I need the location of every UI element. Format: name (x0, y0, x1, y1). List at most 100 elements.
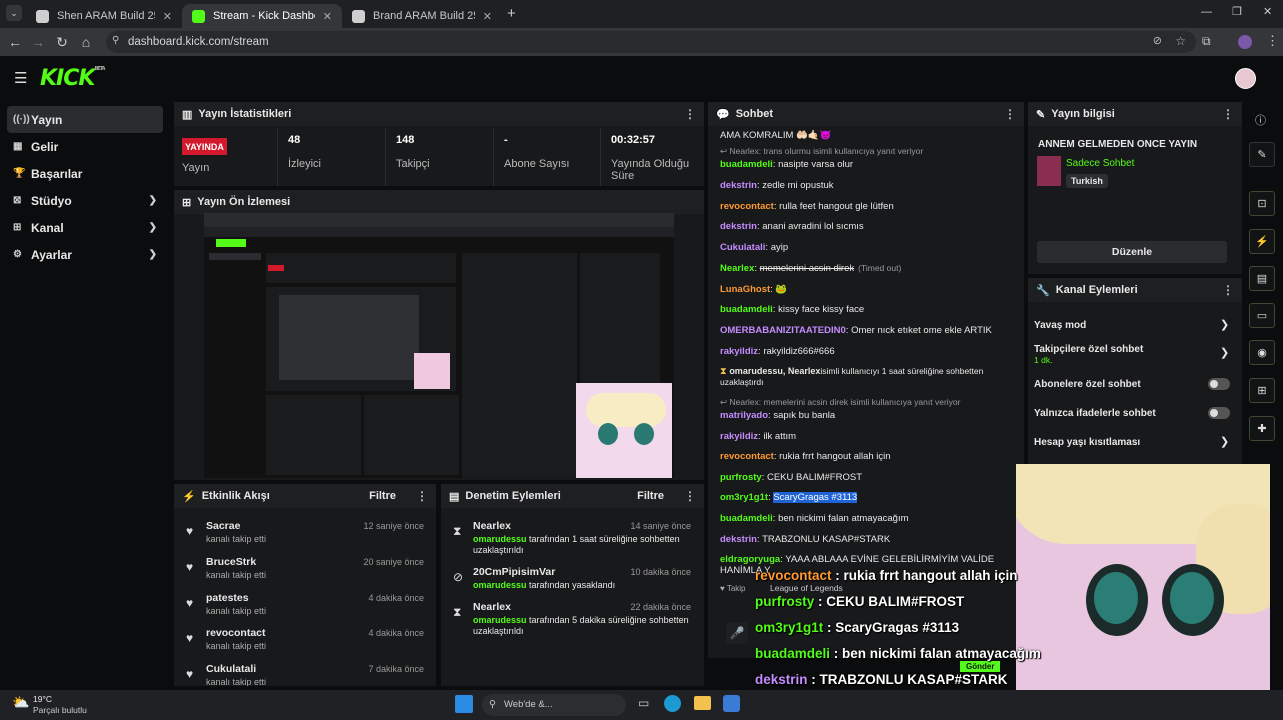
eye-off-icon[interactable]: ⊘ (1153, 34, 1162, 47)
chat-username[interactable]: OMERBABANIZITAATEDIN0 (720, 325, 846, 336)
doc-icon[interactable]: ▤ (1249, 266, 1275, 291)
preview-logo (216, 239, 246, 247)
chat-username[interactable]: matrilyado (720, 410, 768, 421)
home-icon[interactable]: ⌂ (75, 34, 97, 50)
send-button[interactable]: Gönder (960, 661, 1001, 672)
sidebar-item-gelir[interactable]: ▦ Gelir (7, 133, 163, 160)
chat-username[interactable]: rakyildiz (720, 431, 758, 442)
chat-username[interactable]: Cukulatali (720, 242, 765, 253)
chat-bubble-icon: 💬 (716, 108, 730, 121)
activity-user[interactable]: BruceStrk (206, 556, 256, 568)
more-options-icon[interactable]: ⋮ (1004, 107, 1016, 121)
preview-chat (462, 253, 577, 478)
account-age-label: Hesap yaşı kısıtlaması (1034, 437, 1141, 448)
sidebar-item-basarilar[interactable]: 🏆 Başarılar (7, 160, 163, 187)
stat-viewers: 48 İzleyici (288, 134, 322, 170)
chat-username[interactable]: purfrosty (720, 472, 762, 483)
chevron-right-icon[interactable]: ❯ (1220, 346, 1229, 359)
more-options-icon[interactable]: ⋮ (1222, 283, 1234, 297)
browser-tab-2[interactable]: Stream - Kick Dashboard ✕ (182, 4, 342, 28)
browser-menu-icon[interactable]: ⋮ (1266, 33, 1279, 49)
preview-info (580, 253, 660, 388)
chat-username[interactable]: revocontact (720, 201, 774, 212)
chat-username[interactable]: dekstrin (720, 221, 757, 232)
reload-icon[interactable]: ↻ (51, 34, 73, 51)
maximize-icon[interactable]: ❐ (1232, 5, 1242, 18)
url-field[interactable]: ⚲ dashboard.kick.com/stream ⊘ ☆ (106, 31, 1196, 53)
photos-icon[interactable] (723, 695, 740, 712)
tab-close-icon[interactable]: ✕ (323, 10, 332, 23)
taskbar-search[interactable]: ⚲ Web'de &... (482, 694, 626, 716)
chat-username[interactable]: Nearlex (720, 263, 754, 274)
layout-icon[interactable]: ⊞ (1249, 378, 1275, 403)
sidebar-item-studyo[interactable]: ⊠ Stüdyo ❯ (7, 187, 163, 214)
sidebar-item-ayarlar[interactable]: ⚙ Ayarlar ❯ (7, 241, 163, 268)
activity-user[interactable]: patestes (206, 592, 249, 604)
chevron-right-icon[interactable]: ❯ (1220, 435, 1229, 448)
bolt-icon[interactable]: ⚡ (1249, 229, 1275, 254)
sidebar-item-kanal[interactable]: ⊞ Kanal ❯ (7, 214, 163, 241)
info-icon[interactable]: ⓘ (1255, 112, 1266, 128)
chat-username[interactable]: dekstrin (720, 534, 757, 545)
panel-header: ⊞ Yayın Ön İzlemesi (174, 190, 704, 214)
more-options-icon[interactable]: ⋮ (416, 489, 428, 503)
edge-icon[interactable] (664, 695, 681, 712)
moderation-user[interactable]: Nearlex (473, 601, 511, 613)
user-avatar[interactable] (1235, 68, 1256, 89)
sidebar-item-yayin[interactable]: ((·)) Yayın (7, 106, 163, 133)
moderation-item: ⊘ 20CmPipisimVar 10 dakika önce omarudessu … (453, 566, 691, 590)
minimize-icon[interactable]: — (1201, 6, 1212, 18)
edit-icon[interactable]: ✎ (1249, 142, 1275, 167)
more-options-icon[interactable]: ⋮ (684, 107, 696, 121)
activity-user[interactable]: Cukulatali (206, 663, 256, 675)
preview-activity (266, 395, 361, 475)
tab-search-button[interactable]: ⌄ (6, 5, 22, 21)
new-tab-button[interactable]: + (507, 5, 516, 22)
extensions-icon[interactable]: ⧉ (1202, 34, 1211, 49)
site-info-icon[interactable]: ⚲ (112, 35, 119, 46)
kick-logo[interactable]: KICKBETA (40, 66, 106, 91)
more-options-icon[interactable]: ⋮ (1222, 107, 1234, 121)
moderation-user[interactable]: 20CmPipisimVar (473, 566, 555, 578)
chat-username[interactable]: dekstrin (720, 180, 757, 191)
more-options-icon[interactable]: ⋮ (684, 489, 696, 503)
wrench-icon[interactable]: ✚ (1249, 416, 1275, 441)
task-view-icon[interactable]: ▭ (638, 696, 649, 710)
chat-username[interactable]: buadamdeli (720, 513, 773, 524)
filter-button[interactable]: Filtre (369, 490, 396, 502)
close-window-icon[interactable]: ✕ (1263, 5, 1272, 18)
activity-user[interactable]: Sacrae (206, 520, 240, 532)
chevron-right-icon[interactable]: ❯ (1220, 318, 1229, 331)
chat-username[interactable]: om3ry1g1t (720, 492, 768, 503)
stream-category[interactable]: Sadece Sohbet (1066, 158, 1134, 169)
chat-icon[interactable]: ▭ (1249, 303, 1275, 328)
windows-start-icon[interactable] (455, 695, 473, 713)
filter-button[interactable]: Filtre (637, 490, 664, 502)
back-icon[interactable]: ← (4, 34, 26, 50)
hamburger-menu-icon[interactable]: ☰ (14, 69, 27, 87)
browser-tab-1[interactable]: Shen ARAM Build 25.16 - Rune ✕ (26, 4, 182, 28)
broadcast-icon[interactable]: ◉ (1249, 340, 1275, 365)
activity-user[interactable]: revocontact (206, 627, 266, 639)
profile-avatar[interactable] (1238, 35, 1252, 49)
forward-icon[interactable]: → (27, 34, 49, 50)
emote-only-toggle[interactable] (1208, 407, 1230, 419)
tab-favicon-icon (36, 9, 49, 23)
chat-username[interactable]: eldragoryuga (720, 554, 780, 565)
chat-username[interactable]: buadamdeli (720, 304, 773, 315)
mic-icon[interactable]: 🎤 (726, 622, 748, 644)
bookmark-star-icon[interactable]: ☆ (1175, 34, 1186, 48)
chat-username[interactable]: buadamdeli (720, 159, 773, 170)
screen-icon[interactable]: ⊡ (1249, 191, 1275, 216)
moderation-user[interactable]: Nearlex (473, 520, 511, 532)
tab-close-icon[interactable]: ✕ (163, 10, 172, 23)
chat-username[interactable]: LunaGhost (720, 284, 770, 295)
subscribers-only-toggle[interactable] (1208, 378, 1230, 390)
browser-tab-3[interactable]: Brand ARAM Build 25.16 - Rune ✕ (342, 4, 502, 28)
edit-button[interactable]: Düzenle (1037, 241, 1227, 263)
chat-username[interactable]: revocontact (720, 451, 774, 462)
file-explorer-icon[interactable] (694, 696, 711, 710)
chat-username[interactable]: rakyildiz (720, 346, 758, 357)
stream-preview-video[interactable] (204, 213, 674, 478)
tab-close-icon[interactable]: ✕ (483, 10, 492, 23)
